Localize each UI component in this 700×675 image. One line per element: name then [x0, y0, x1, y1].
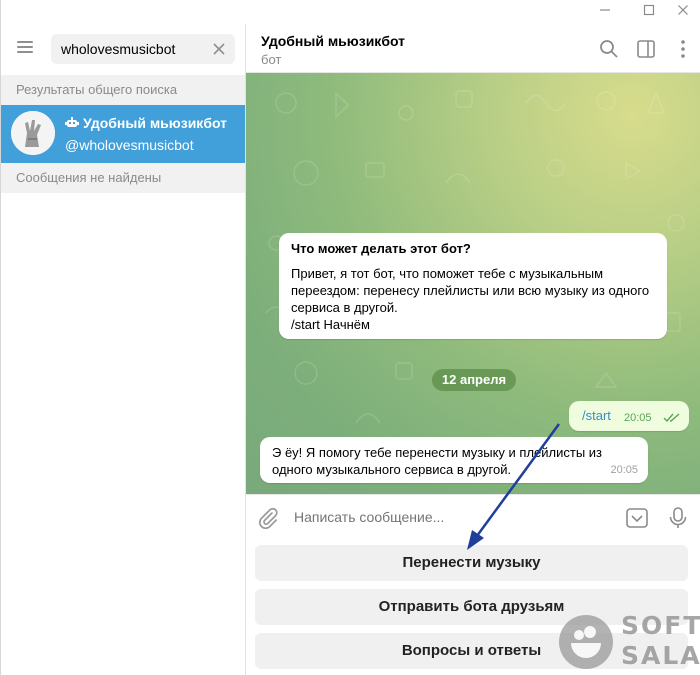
clear-search-icon[interactable] — [211, 41, 227, 57]
left-panel: Результаты общего поиска Удобный мьюзикб… — [1, 24, 246, 675]
bot-reply-time: 20:05 — [610, 464, 638, 476]
search-result-item[interactable]: Удобный мьюзикбот @wholovesmusicbot — [1, 105, 245, 163]
sidebar-toggle-icon[interactable] — [635, 38, 657, 60]
title-bar — [1, 0, 700, 24]
search-icon[interactable] — [598, 38, 620, 60]
bot-description-command: /start Начнём — [291, 317, 370, 332]
telegram-window: Результаты общего поиска Удобный мьюзикб… — [0, 0, 700, 675]
minimize-icon[interactable] — [591, 2, 619, 22]
bot-reply-bubble: Э ёу! Я помогу тебе перенести музыку и п… — [260, 437, 648, 483]
outgoing-message: /start 20:05 — [569, 401, 689, 431]
bot-icon — [65, 117, 79, 127]
avatar — [11, 111, 55, 155]
search-input[interactable] — [61, 40, 201, 58]
result-title: Удобный мьюзикбот — [65, 115, 227, 131]
maximize-icon[interactable] — [635, 2, 663, 22]
date-divider: 12 апреля — [432, 369, 516, 391]
microphone-icon[interactable] — [666, 506, 690, 530]
search-box — [51, 34, 235, 64]
outgoing-message-text[interactable]: /start — [582, 408, 611, 423]
result-name: Удобный мьюзикбот — [83, 115, 228, 131]
watermark-icon — [559, 615, 613, 669]
watermark-logo: SOFT SALAD — [555, 607, 700, 675]
chat-header[interactable]: Удобный мьюзикбот бот — [246, 24, 700, 73]
result-username: @wholovesmusicbot — [65, 137, 194, 153]
outgoing-message-time: 20:05 — [624, 412, 652, 424]
bot-description-bubble: Что может делать этот бот? Привет, я тот… — [279, 233, 667, 339]
no-messages-label: Сообщения не найдены — [1, 163, 245, 193]
attach-icon[interactable] — [256, 506, 280, 530]
message-input[interactable] — [294, 509, 594, 525]
global-results-header: Результаты общего поиска — [1, 75, 245, 105]
watermark-line1: SOFT — [621, 611, 700, 640]
bot-description-body: Привет, я тот бот, что поможет тебе с му… — [291, 266, 650, 315]
bot-keyboard-icon[interactable] — [625, 506, 649, 530]
composer — [246, 494, 700, 539]
transfer-music-button[interactable]: Перенести музыку — [255, 545, 688, 581]
chat-status: бот — [261, 52, 282, 67]
bot-reply-text: Э ёу! Я помогу тебе перенести музыку и п… — [272, 445, 603, 477]
chat-title: Удобный мьюзикбот — [261, 33, 406, 49]
watermark-line2: SALAD — [621, 641, 700, 670]
menu-icon[interactable] — [15, 38, 37, 56]
more-icon[interactable] — [672, 38, 694, 60]
chat-area[interactable]: Что может делать этот бот? Привет, я тот… — [246, 73, 700, 494]
bot-description-heading: Что может делать этот бот? — [291, 241, 471, 256]
close-window-icon[interactable] — [669, 2, 697, 22]
read-checkmarks-icon — [663, 413, 680, 423]
